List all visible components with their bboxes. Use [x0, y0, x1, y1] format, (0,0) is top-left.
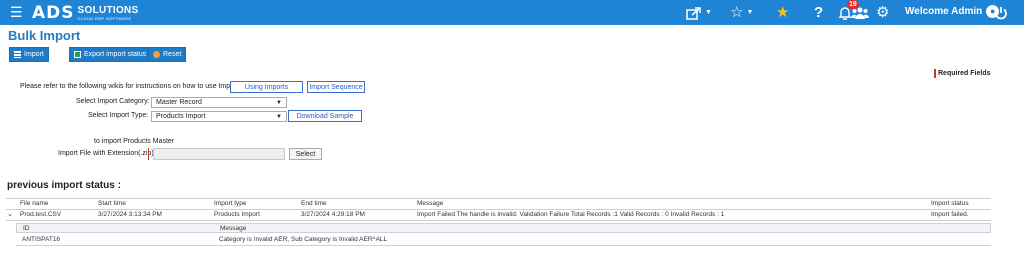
notifications-button[interactable]: 19	[838, 0, 859, 22]
chevron-down-icon[interactable]: ⌄	[7, 210, 13, 220]
reset-button[interactable]: Reset	[148, 47, 187, 62]
table-row[interactable]: ⌄ Prod.test.CSV 3/27/2024 3:13:34 PM Pro…	[6, 210, 991, 221]
logo-brand-tag: CLOUD ERP SOFTWARE	[77, 16, 132, 21]
file-input[interactable]	[153, 148, 285, 160]
detail-col-message: Message	[220, 225, 247, 232]
detail-cell-id: ANTISPAT16	[22, 236, 61, 243]
col-message[interactable]: Message	[417, 199, 443, 209]
star-filled-icon[interactable]: ★	[776, 4, 789, 22]
import-hint: to import Products Master	[94, 138, 175, 145]
cell-import-status: Import failed.	[931, 211, 969, 218]
cell-start-time: 3/27/2024 3:13:34 PM	[98, 211, 162, 218]
download-sample-link[interactable]: Download Sample	[288, 110, 362, 122]
import-sequence-link[interactable]: Import Sequence	[307, 81, 365, 93]
import-button[interactable]: Import	[9, 47, 49, 62]
category-select[interactable]: Master Record ▼	[151, 97, 287, 108]
cell-message: Import Failed The handle is invalid. Val…	[417, 211, 725, 218]
select-file-button[interactable]: Select	[289, 148, 322, 160]
logo[interactable]: ADS SOLUTIONS CLOUD ERP SOFTWARE	[32, 3, 139, 23]
category-label: Select Import Category:	[76, 98, 150, 105]
favorites-menu[interactable]: ☆ ▼	[730, 4, 753, 22]
table-header: File name Start time Import type End tim…	[6, 198, 991, 210]
power-icon[interactable]	[994, 4, 1008, 22]
col-file-name[interactable]: File name	[20, 199, 49, 209]
excel-icon	[74, 51, 81, 58]
chevron-down-icon: ▼	[705, 9, 712, 16]
hamburger-icon[interactable]: ☰	[10, 3, 23, 21]
detail-row: ANTISPAT16 Category is Invalid AER, Sub …	[16, 235, 991, 246]
logo-brand-name: SOLUTIONS	[77, 5, 139, 16]
top-bar: ☰ ADS SOLUTIONS CLOUD ERP SOFTWARE ▼ ☆ ▼…	[0, 0, 1024, 25]
category-value: Master Record	[156, 99, 202, 106]
required-fields-note: Required Fields	[934, 69, 991, 78]
import-type-label: Select Import Type:	[88, 112, 149, 119]
import-type-select[interactable]: Products Import ▼	[151, 111, 287, 122]
reset-icon	[153, 51, 160, 58]
export-button-label: Export import status	[84, 51, 147, 58]
col-import-status[interactable]: Import status	[931, 199, 969, 209]
account-menu[interactable]: Welcome Admin ●	[905, 5, 1000, 18]
col-import-type[interactable]: Import type	[214, 199, 247, 209]
star-outline-icon: ☆	[730, 4, 744, 21]
detail-cell-message: Category is Invalid AER, Sub Category is…	[219, 236, 388, 243]
col-end-time[interactable]: End time	[301, 199, 327, 209]
question-icon[interactable]: ?	[814, 4, 823, 22]
cell-import-type: Products Import	[214, 211, 260, 218]
reset-button-label: Reset	[163, 51, 182, 58]
users-icon[interactable]	[851, 4, 869, 22]
users-glyph	[851, 7, 869, 19]
cell-file-name: Prod.test.CSV	[20, 211, 62, 218]
detail-header: ID Message	[16, 223, 991, 233]
required-marker	[148, 148, 149, 160]
share-icon	[686, 7, 701, 20]
page-title: Bulk Import	[8, 28, 81, 43]
welcome-text: Welcome Admin	[905, 6, 983, 17]
share-menu[interactable]: ▼	[686, 4, 712, 22]
database-icon	[14, 51, 21, 58]
file-label: Import File with Extension(.zip)	[58, 150, 154, 157]
power-glyph	[995, 7, 1007, 20]
logo-ads: ADS	[32, 3, 75, 23]
chevron-down-icon: ▼	[746, 9, 754, 16]
history-title: previous import status :	[7, 180, 121, 191]
cell-end-time: 3/27/2024 4:29:18 PM	[301, 211, 365, 218]
import-type-value: Products Import	[156, 113, 206, 120]
wiki-instructions: Please refer to the following wikis for …	[20, 83, 244, 90]
gear-icon[interactable]: ⚙	[876, 4, 889, 22]
chevron-down-icon: ▼	[276, 113, 282, 120]
export-import-status-button[interactable]: Export import status	[69, 47, 152, 62]
logo-brand: SOLUTIONS CLOUD ERP SOFTWARE	[78, 5, 139, 21]
col-start-time[interactable]: Start time	[98, 199, 126, 209]
detail-col-id: ID	[23, 225, 30, 232]
using-imports-link[interactable]: Using Imports	[230, 81, 303, 93]
import-button-label: Import	[24, 51, 44, 58]
chevron-down-icon: ▼	[276, 99, 282, 106]
